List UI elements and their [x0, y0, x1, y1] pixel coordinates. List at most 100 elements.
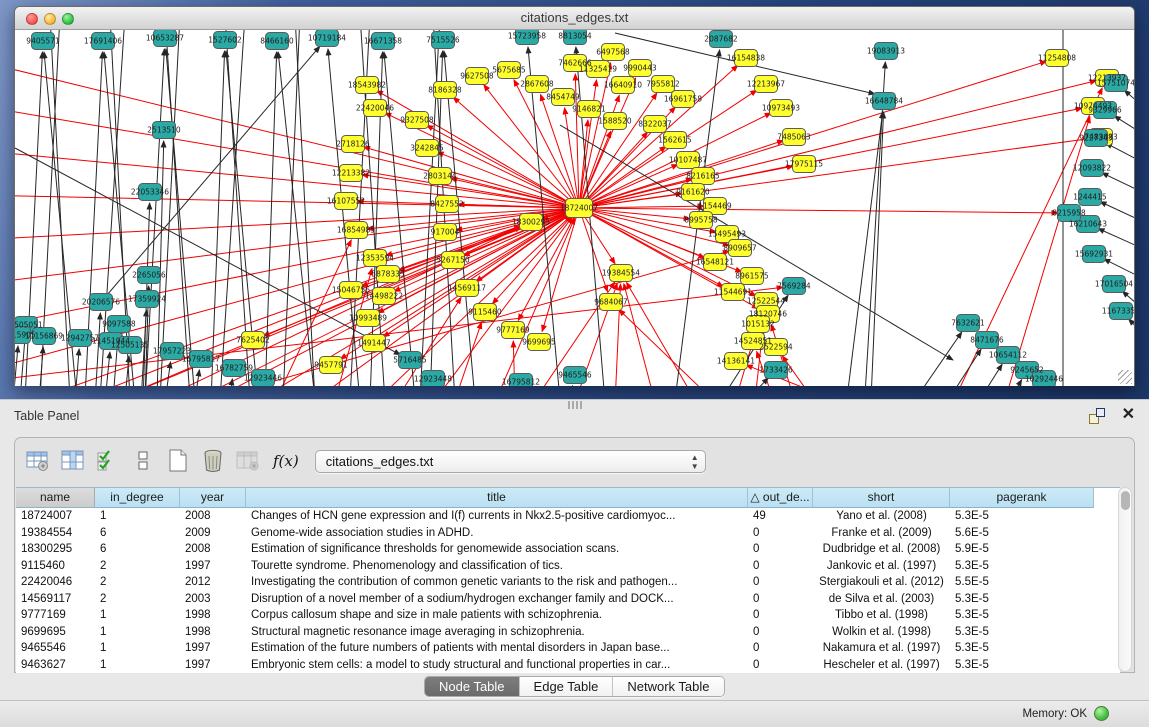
cell-title[interactable]: Disruption of a novel member of a sodium… — [246, 591, 748, 608]
citation-edge-red[interactable] — [364, 147, 579, 208]
cell-year[interactable]: 2008 — [180, 541, 246, 558]
cell-year[interactable]: 2008 — [180, 508, 246, 525]
citation-edge-red[interactable] — [579, 208, 1058, 213]
cell-year[interactable]: 1997 — [180, 640, 246, 657]
cell-year[interactable]: 1997 — [180, 657, 246, 674]
column-header-title[interactable]: title — [246, 488, 748, 508]
table-row[interactable]: 2242004622012Investigating the contribut… — [16, 574, 1120, 591]
cell-pagerank[interactable]: 5.3E-5 — [950, 558, 1094, 575]
cell-name[interactable]: 19384554 — [16, 525, 95, 542]
citation-edge-black[interactable] — [95, 313, 100, 386]
cell-pagerank[interactable]: 5.3E-5 — [950, 640, 1094, 657]
cell-out_degree[interactable]: 0 — [748, 525, 813, 542]
close-panel-icon[interactable]: ✕ — [1122, 406, 1135, 424]
cell-title[interactable]: Estimation of the future numbers of pati… — [246, 640, 748, 657]
table-settings-icon[interactable] — [24, 447, 52, 475]
cell-out_degree[interactable]: 0 — [748, 591, 813, 608]
table-selector-dropdown[interactable]: citations_edges.txt ▲▼ — [315, 450, 706, 473]
cell-short[interactable]: Jankovic et al. (1997) — [813, 558, 950, 575]
table-row[interactable]: 1872400712008Changes of HCN gene express… — [16, 508, 1120, 525]
cell-out_degree[interactable]: 0 — [748, 574, 813, 591]
column-header-year[interactable]: year — [180, 488, 246, 508]
citation-edge-black[interactable] — [328, 49, 360, 386]
cell-year[interactable]: 2009 — [180, 525, 246, 542]
delete-column-icon[interactable] — [199, 447, 227, 475]
citation-edge-black[interactable] — [15, 346, 18, 386]
cell-out_degree[interactable]: 0 — [748, 541, 813, 558]
column-header-short[interactable]: short — [813, 488, 950, 508]
cell-in_degree[interactable]: 6 — [95, 525, 180, 542]
citation-edge-black[interactable] — [1129, 319, 1134, 337]
table-vertical-scrollbar[interactable] — [1118, 487, 1132, 672]
float-panel-icon[interactable] — [1089, 408, 1105, 424]
cell-year[interactable]: 2003 — [180, 591, 246, 608]
cell-pagerank[interactable]: 5.3E-5 — [950, 508, 1094, 525]
canvas-resize-grip-icon[interactable] — [1118, 370, 1132, 384]
table-row[interactable]: 911546021997Tourette syndrome. Phenomeno… — [16, 558, 1120, 575]
cell-short[interactable]: Franke et al. (2009) — [813, 525, 950, 542]
cell-in_degree[interactable]: 2 — [95, 558, 180, 575]
cell-name[interactable]: 9463627 — [16, 657, 95, 674]
cell-year[interactable]: 1998 — [180, 624, 246, 641]
memory-status-indicator[interactable] — [1094, 706, 1109, 721]
function-builder-icon[interactable]: f(x) — [273, 452, 299, 470]
cell-short[interactable]: de Silva et al. (2003) — [813, 591, 950, 608]
show-columns-icon[interactable] — [59, 447, 87, 475]
create-table-icon[interactable] — [164, 447, 192, 475]
table-row[interactable]: 969969511998Structural magnetic resonanc… — [16, 624, 1120, 641]
cell-name[interactable]: 9115460 — [16, 558, 95, 575]
citation-edge-red[interactable] — [579, 81, 1096, 208]
cell-name[interactable]: 9777169 — [16, 607, 95, 624]
citation-edge-black[interactable] — [39, 347, 43, 386]
table-row[interactable]: 946554611997Estimation of the future num… — [16, 640, 1120, 657]
cell-pagerank[interactable]: 5.3E-5 — [950, 591, 1094, 608]
citation-edge-black[interactable] — [865, 62, 885, 386]
cell-title[interactable]: Corpus callosum shape and size in male p… — [246, 607, 748, 624]
cell-short[interactable]: Hescheler et al. (1997) — [813, 657, 950, 674]
cell-short[interactable]: Yano et al. (2008) — [813, 508, 950, 525]
cell-in_degree[interactable]: 2 — [95, 574, 180, 591]
column-header-name[interactable]: name — [16, 488, 95, 508]
citation-edge-black[interactable] — [977, 364, 1002, 386]
cell-in_degree[interactable]: 1 — [95, 657, 180, 674]
scrollbar-thumb[interactable] — [1121, 491, 1130, 510]
split-pane-grip[interactable] — [568, 401, 582, 409]
citation-edge-red[interactable] — [624, 284, 655, 386]
citation-edge-black[interactable] — [101, 46, 320, 302]
column-header-out_degree[interactable]: △ out_de... — [748, 488, 813, 508]
cell-pagerank[interactable]: 5.3E-5 — [950, 607, 1094, 624]
citation-edge-red[interactable] — [579, 138, 1090, 208]
citation-edge-black[interactable] — [195, 370, 199, 386]
cell-pagerank[interactable]: 5.5E-5 — [950, 574, 1094, 591]
cell-name[interactable]: 9699695 — [16, 624, 95, 641]
cell-year[interactable]: 1997 — [180, 558, 246, 575]
cell-name[interactable]: 22420046 — [16, 574, 95, 591]
citation-edge-red[interactable] — [15, 105, 579, 208]
cell-name[interactable]: 14569117 — [16, 591, 95, 608]
citation-edge-black[interactable] — [1106, 143, 1134, 164]
network-window[interactable]: citations_edges.txt 18724007185439822242… — [14, 6, 1135, 386]
table-row[interactable]: 1830029562008Estimation of significance … — [16, 541, 1120, 558]
cell-out_degree[interactable]: 0 — [748, 558, 813, 575]
cell-name[interactable]: 9465546 — [16, 640, 95, 657]
column-header-pagerank[interactable]: pagerank — [950, 488, 1094, 508]
citation-edge-black[interactable] — [915, 332, 962, 386]
cell-in_degree[interactable]: 1 — [95, 508, 180, 525]
column-header-in_degree[interactable]: in_degree — [95, 488, 180, 508]
cell-out_degree[interactable]: 0 — [748, 640, 813, 657]
cell-short[interactable]: Dudbridge et al. (2008) — [813, 541, 950, 558]
cell-title[interactable]: Genome-wide association studies in ADHD. — [246, 525, 748, 542]
citation-edge-black[interactable] — [283, 30, 300, 386]
cell-in_degree[interactable]: 1 — [95, 607, 180, 624]
cell-in_degree[interactable]: 1 — [95, 640, 180, 657]
citation-edge-red[interactable] — [495, 218, 575, 386]
cell-in_degree[interactable]: 1 — [95, 624, 180, 641]
row-height-icon[interactable] — [129, 447, 157, 475]
table-row[interactable]: 977716911998Corpus callosum shape and si… — [16, 607, 1120, 624]
tab-network-table[interactable]: Network Table — [613, 677, 723, 696]
cell-title[interactable]: Changes of HCN gene expression and I(f) … — [246, 508, 748, 525]
cell-title[interactable]: Investigating the contribution of common… — [246, 574, 748, 591]
table-row[interactable]: 1938455462009Genome-wide association stu… — [16, 525, 1120, 542]
tab-node-table[interactable]: Node Table — [425, 677, 520, 696]
select-all-icon[interactable] — [94, 447, 122, 475]
